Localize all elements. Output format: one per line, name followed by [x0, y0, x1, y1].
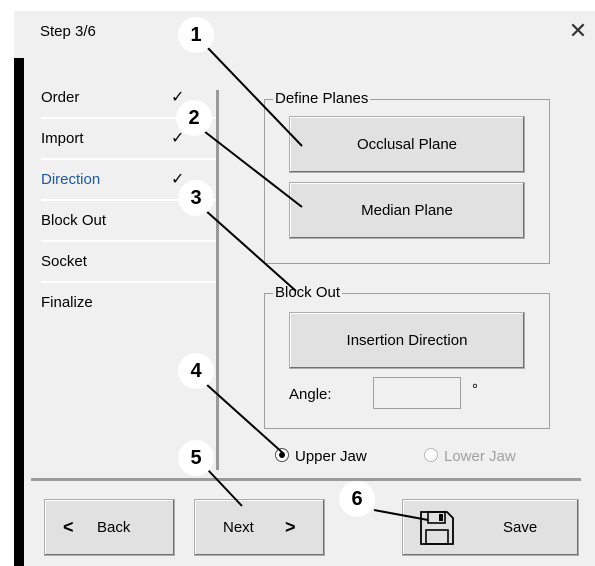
callout-leader-lines	[199, 45, 429, 521]
callout-1: 1	[178, 17, 214, 53]
callout-3: 3	[178, 180, 214, 216]
callout-4: 4	[178, 353, 214, 389]
callout-2: 2	[176, 100, 212, 136]
callout-5: 5	[178, 440, 214, 476]
callout-6: 6	[339, 481, 375, 517]
